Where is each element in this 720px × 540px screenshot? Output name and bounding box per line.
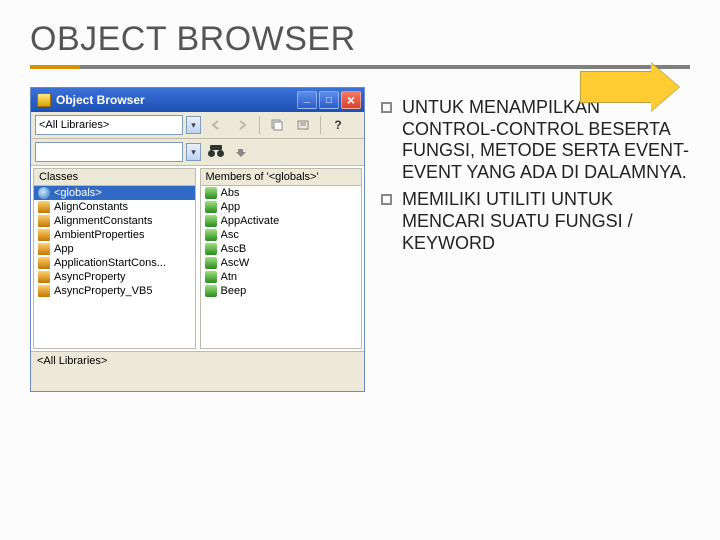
list-item[interactable]: AscB [201,242,362,256]
list-item-label: AscB [221,243,247,255]
classes-list[interactable]: <globals> AlignConstants AlignmentConstant… [34,186,195,298]
list-item-label: ApplicationStartCons... [54,257,166,269]
members-pane[interactable]: Members of '<globals>' Abs App AppActivate… [200,168,363,349]
library-select[interactable]: <All Libraries> [35,115,183,135]
list-item-label: Atn [221,271,238,283]
list-item[interactable]: AppActivate [201,214,362,228]
maximize-button[interactable] [319,91,339,109]
bullet-list: UNTUK MENAMPILKAN CONTROL-CONTROL BESERT… [381,87,690,392]
forward-button[interactable] [231,115,253,135]
class-icon [38,271,50,283]
bullet-item: MEMILIKI UTILITI UNTUK MENCARI SUATU FUN… [381,189,690,254]
class-icon [38,229,50,241]
list-item[interactable]: Beep [201,284,362,298]
search-button[interactable] [205,142,227,162]
list-item-label: AmbientProperties [54,229,145,241]
bullet-text: UNTUK MENAMPILKAN CONTROL-CONTROL BESERT… [402,97,690,183]
list-item-label: App [54,243,74,255]
class-icon [38,243,50,255]
classes-header: Classes [34,169,195,186]
list-item[interactable]: Abs [201,186,362,200]
class-icon [38,257,50,269]
arrow-graphic [580,65,680,109]
bullet-text: MEMILIKI UTILITI UNTUK MENCARI SUATU FUN… [402,189,690,254]
search-dropdown-button[interactable]: ▾ [186,143,201,161]
list-item-label: AlignConstants [54,201,128,213]
separator [259,116,260,134]
list-item-label: Asc [221,229,239,241]
app-icon [37,93,51,107]
list-item[interactable]: Atn [201,270,362,284]
library-selected: <All Libraries> [39,119,109,131]
list-item-label: Abs [221,187,240,199]
list-item[interactable]: App [201,200,362,214]
list-item-label: Beep [221,285,247,297]
details-text: <All Libraries> [37,355,107,367]
titlebar[interactable]: Object Browser [31,88,364,112]
library-dropdown-button[interactable]: ▾ [186,116,201,134]
list-item[interactable]: AlignConstants [34,200,195,214]
panes: Classes <globals> AlignConstants Alignment… [31,166,364,351]
list-item-label: AppActivate [221,215,280,227]
list-item-label: AlignmentConstants [54,215,152,227]
class-icon [38,215,50,227]
list-item[interactable]: AscW [201,256,362,270]
minimize-button[interactable] [297,91,317,109]
show-search-results-button[interactable] [231,142,253,162]
global-icon [38,187,50,199]
class-icon [38,201,50,213]
help-button[interactable]: ? [327,115,349,135]
list-item-label: AsyncProperty [54,271,126,283]
page-title: OBJECT BROWSER [30,20,690,59]
classes-pane[interactable]: Classes <globals> AlignConstants Alignment… [33,168,196,349]
view-definition-button[interactable] [292,115,314,135]
list-item[interactable]: AlignmentConstants [34,214,195,228]
bullet-marker [381,102,392,113]
list-item[interactable]: App [34,242,195,256]
binoculars-icon [208,145,224,159]
member-icon [205,257,217,269]
members-list[interactable]: Abs App AppActivate Asc AscB AscW Atn Beep [201,186,362,298]
member-icon [205,271,217,283]
member-icon [205,229,217,241]
members-header: Members of '<globals>' [201,169,362,186]
object-browser-window: Object Browser <All Libraries> ▾ [30,87,365,392]
search-input[interactable] [35,142,183,162]
list-item[interactable]: AmbientProperties [34,228,195,242]
list-item-label: AscW [221,257,250,269]
toolbar-row2: ▾ [31,139,364,166]
member-icon [205,215,217,227]
list-item[interactable]: AsyncProperty_VB5 [34,284,195,298]
list-item[interactable]: AsyncProperty [34,270,195,284]
member-icon [205,243,217,255]
list-item[interactable]: Asc [201,228,362,242]
bullet-marker [381,194,392,205]
close-button[interactable] [341,91,361,109]
member-icon [205,285,217,297]
copy-button[interactable] [266,115,288,135]
member-icon [205,201,217,213]
member-icon [205,187,217,199]
class-icon [38,285,50,297]
separator [320,116,321,134]
list-item-label: App [221,201,241,213]
toolbar-row1: <All Libraries> ▾ ? [31,112,364,139]
list-item-label: <globals> [54,187,102,199]
list-item[interactable]: ApplicationStartCons... [34,256,195,270]
list-item-label: AsyncProperty_VB5 [54,285,152,297]
back-button[interactable] [205,115,227,135]
details-pane: <All Libraries> [31,351,364,391]
list-item[interactable]: <globals> [34,186,195,200]
bullet-item: UNTUK MENAMPILKAN CONTROL-CONTROL BESERT… [381,97,690,183]
window-title: Object Browser [56,93,145,107]
